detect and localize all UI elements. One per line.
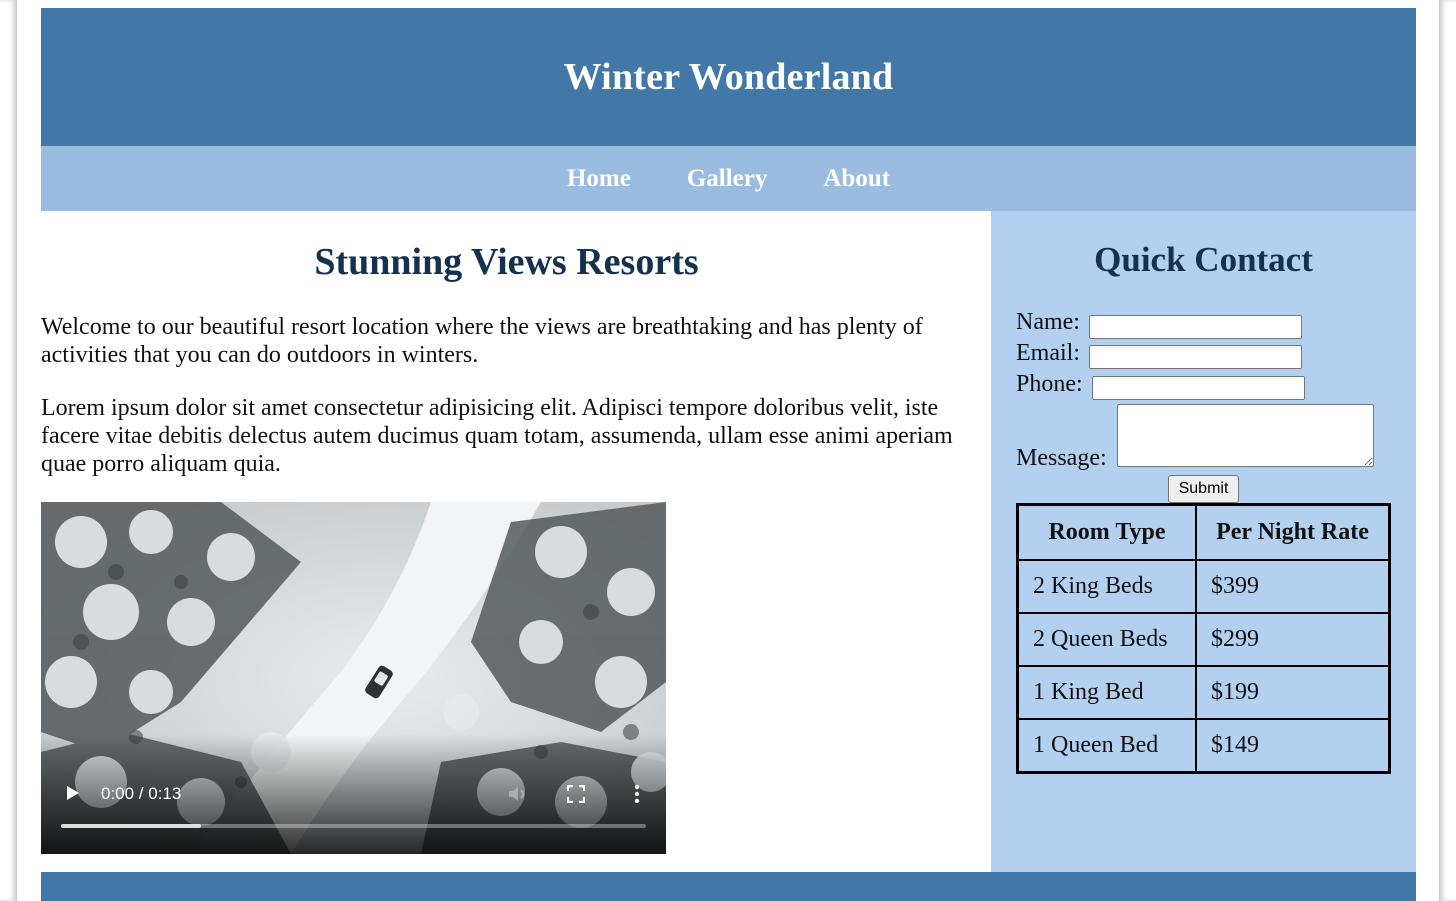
video-buffered-bar: [61, 824, 202, 828]
video-progress-bar[interactable]: [61, 824, 646, 828]
window-frame-right: [1439, 0, 1456, 901]
table-row: 1 Queen Bed $149: [1016, 718, 1391, 774]
table-row: 2 Queen Beds $299: [1016, 612, 1391, 667]
room-type-cell: 1 Queen Bed: [1016, 718, 1197, 774]
site-header: Winter Wonderland: [41, 8, 1416, 146]
room-type-header: Room Type: [1016, 503, 1197, 561]
main-column: Stunning Views Resorts Welcome to our be…: [41, 211, 991, 872]
video-player[interactable]: 0:00 / 0:13: [41, 502, 666, 854]
phone-field[interactable]: [1092, 376, 1305, 400]
quick-contact-sidebar: Quick Contact Name: Email: Phone: Messag…: [991, 211, 1416, 872]
rate-cell: $199: [1195, 665, 1391, 720]
message-label: Message:: [1016, 445, 1107, 471]
nav-home-link[interactable]: Home: [567, 165, 631, 193]
room-type-cell: 1 King Bed: [1016, 665, 1197, 720]
rate-cell: $399: [1195, 559, 1391, 614]
name-label: Name:: [1016, 309, 1080, 335]
play-icon[interactable]: [66, 785, 80, 801]
submit-button[interactable]: Submit: [1168, 475, 1239, 503]
site-footer: [41, 872, 1416, 901]
rate-cell: $299: [1195, 612, 1391, 667]
table-row: 1 King Bed $199: [1016, 665, 1391, 720]
site-title: Winter Wonderland: [563, 56, 894, 98]
phone-label: Phone:: [1016, 371, 1083, 397]
quick-contact-heading: Quick Contact: [1094, 240, 1313, 279]
nav-about-link[interactable]: About: [823, 165, 890, 193]
nav-gallery-link[interactable]: Gallery: [687, 165, 768, 193]
table-row: 2 King Beds $399: [1016, 559, 1391, 614]
message-field[interactable]: [1117, 404, 1374, 467]
room-type-cell: 2 Queen Beds: [1016, 612, 1197, 667]
content-area: Stunning Views Resorts Welcome to our be…: [41, 211, 1416, 872]
page: Winter Wonderland Home Gallery About Stu…: [41, 8, 1416, 901]
email-label: Email:: [1016, 340, 1080, 366]
video-time: 0:00 / 0:13: [101, 784, 182, 803]
volume-icon[interactable]: [507, 784, 527, 804]
intro-paragraph: Welcome to our beautiful resort location…: [41, 314, 923, 368]
table-header-row: Room Type Per Night Rate: [1016, 503, 1391, 561]
main-heading: Stunning Views Resorts: [314, 241, 699, 283]
fullscreen-icon[interactable]: [567, 785, 585, 803]
main-nav: Home Gallery About: [41, 146, 1416, 211]
lorem-paragraph: Lorem ipsum dolor sit amet consectetur a…: [41, 395, 953, 477]
email-field[interactable]: [1089, 345, 1302, 369]
per-night-rate-header: Per Night Rate: [1195, 503, 1391, 561]
more-options-icon[interactable]: [634, 784, 640, 804]
room-type-cell: 2 King Beds: [1016, 559, 1197, 614]
room-rates-table: Room Type Per Night Rate 2 King Beds $39…: [1016, 503, 1391, 774]
rate-cell: $149: [1195, 718, 1391, 774]
window-frame-left: [0, 0, 17, 901]
name-field[interactable]: [1089, 315, 1302, 339]
